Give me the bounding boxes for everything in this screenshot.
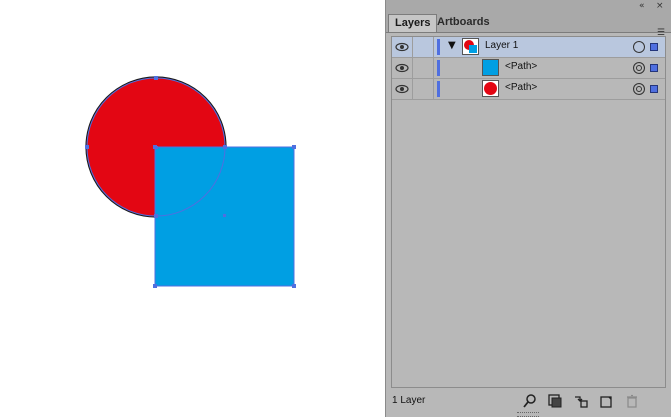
- layer-count-label: 1 Layer: [392, 395, 426, 406]
- target-circle-icon[interactable]: [633, 83, 645, 95]
- target-circle-icon[interactable]: [633, 62, 645, 74]
- selection-indicator[interactable]: [650, 85, 658, 93]
- selection-indicator[interactable]: [650, 64, 658, 72]
- artboard-canvas[interactable]: [0, 0, 385, 417]
- lock-toggle[interactable]: [413, 58, 434, 78]
- blue-square-thumb: [483, 60, 498, 75]
- lock-toggle[interactable]: [413, 37, 434, 57]
- lock-toggle[interactable]: [413, 79, 434, 99]
- visibility-toggle[interactable]: [392, 58, 413, 78]
- layer-row-path-square[interactable]: <Path>: [392, 58, 665, 79]
- layer-color-bar: [437, 39, 440, 55]
- layers-list[interactable]: ▼ Layer 1 <Path> <Path>: [391, 36, 666, 388]
- layer-row-layer-1[interactable]: ▼ Layer 1: [392, 37, 665, 58]
- layer-row-path-circle[interactable]: <Path>: [392, 79, 665, 100]
- layer-thumbnail-art: [464, 40, 477, 53]
- circle-center-point: [155, 146, 158, 149]
- eye-icon: [395, 42, 409, 52]
- new-layer-icon[interactable]: [598, 393, 614, 409]
- close-icon[interactable]: ×: [656, 0, 664, 12]
- double-chevron-left-icon[interactable]: «: [639, 0, 645, 12]
- target-circle-icon[interactable]: [633, 41, 645, 53]
- layer-name[interactable]: Layer 1: [485, 40, 518, 51]
- illustrator-workspace: « × Layers Artboards ☰ ▼ Layer 1 <Path> …: [0, 0, 671, 417]
- red-circle-thumb: [484, 82, 497, 95]
- panel-footer: 1 Layer: [386, 390, 671, 417]
- layer-thumbnail: [462, 38, 479, 55]
- canvas-artwork: [85, 76, 296, 288]
- layers-panel: « × Layers Artboards ☰ ▼ Layer 1 <Path> …: [385, 0, 671, 417]
- layer-color-bar: [437, 60, 440, 76]
- trash-icon[interactable]: [624, 393, 640, 409]
- panel-resize-grip[interactable]: [517, 412, 539, 417]
- eye-icon: [395, 63, 409, 73]
- path-name[interactable]: <Path>: [505, 61, 537, 72]
- selection-indicator[interactable]: [650, 43, 658, 51]
- path-thumbnail: [482, 59, 499, 76]
- path-thumbnail: [482, 80, 499, 97]
- triangle-down-icon[interactable]: ▼: [448, 40, 456, 51]
- search-icon[interactable]: [522, 393, 538, 409]
- square-center-point: [223, 214, 226, 217]
- new-sublayer-icon[interactable]: [573, 393, 589, 409]
- eye-icon: [395, 84, 409, 94]
- visibility-toggle[interactable]: [392, 79, 413, 99]
- layer-color-bar: [437, 81, 440, 97]
- panel-titlebar[interactable]: « ×: [386, 0, 671, 12]
- visibility-toggle[interactable]: [392, 37, 413, 57]
- tab-artboards[interactable]: Artboards: [431, 14, 496, 32]
- clip-mask-icon[interactable]: [547, 393, 563, 409]
- path-name[interactable]: <Path>: [505, 82, 537, 93]
- panel-tabbar: Layers Artboards ☰: [386, 12, 671, 38]
